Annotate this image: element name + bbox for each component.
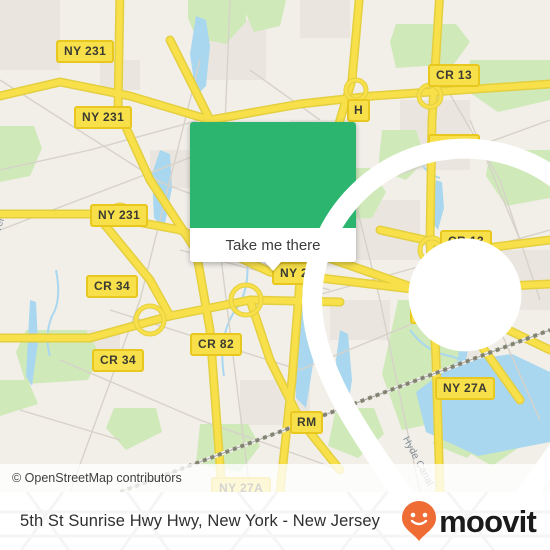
moovit-wordmark: moovit — [439, 503, 537, 539]
take-me-there-label: Take me there — [225, 236, 321, 254]
shield-hospital-route: H — [347, 99, 371, 122]
location-title: 5th St Sunrise Hwy Hwy, New York - New J… — [20, 511, 380, 530]
location-pin-icon — [302, 138, 550, 492]
shield-ny-231-mid: NY 231 — [74, 106, 133, 129]
popup-footer[interactable]: Take me there — [190, 228, 356, 271]
shield-cr-13-north: CR 13 — [428, 64, 481, 87]
destination-popup-card[interactable]: Take me there — [190, 122, 550, 492]
moovit-logo[interactable]: moovit — [401, 500, 550, 542]
osm-attribution-text[interactable]: © OpenStreetMap contributors — [0, 471, 182, 485]
moovit-smiling-pin-icon — [402, 501, 437, 541]
moovit-map-screenshot: NY 231NY 231NY 231CR 13CR 13CR 13HCR 34C… — [0, 0, 550, 550]
shield-ny-231-south: NY 231 — [90, 204, 149, 227]
attribution-bar: © OpenStreetMap contributors — [0, 464, 550, 492]
popup-tail-pointer — [264, 261, 282, 271]
shield-cr-34-north: CR 34 — [86, 275, 139, 298]
shield-cr-34-south: CR 34 — [92, 349, 145, 372]
popup-header — [190, 122, 550, 492]
shield-ny-231-north: NY 231 — [56, 40, 115, 63]
map-canvas[interactable]: NY 231NY 231NY 231CR 13CR 13CR 13HCR 34C… — [0, 0, 550, 492]
bottom-bar: 5th St Sunrise Hwy Hwy, New York - New J… — [0, 492, 550, 550]
